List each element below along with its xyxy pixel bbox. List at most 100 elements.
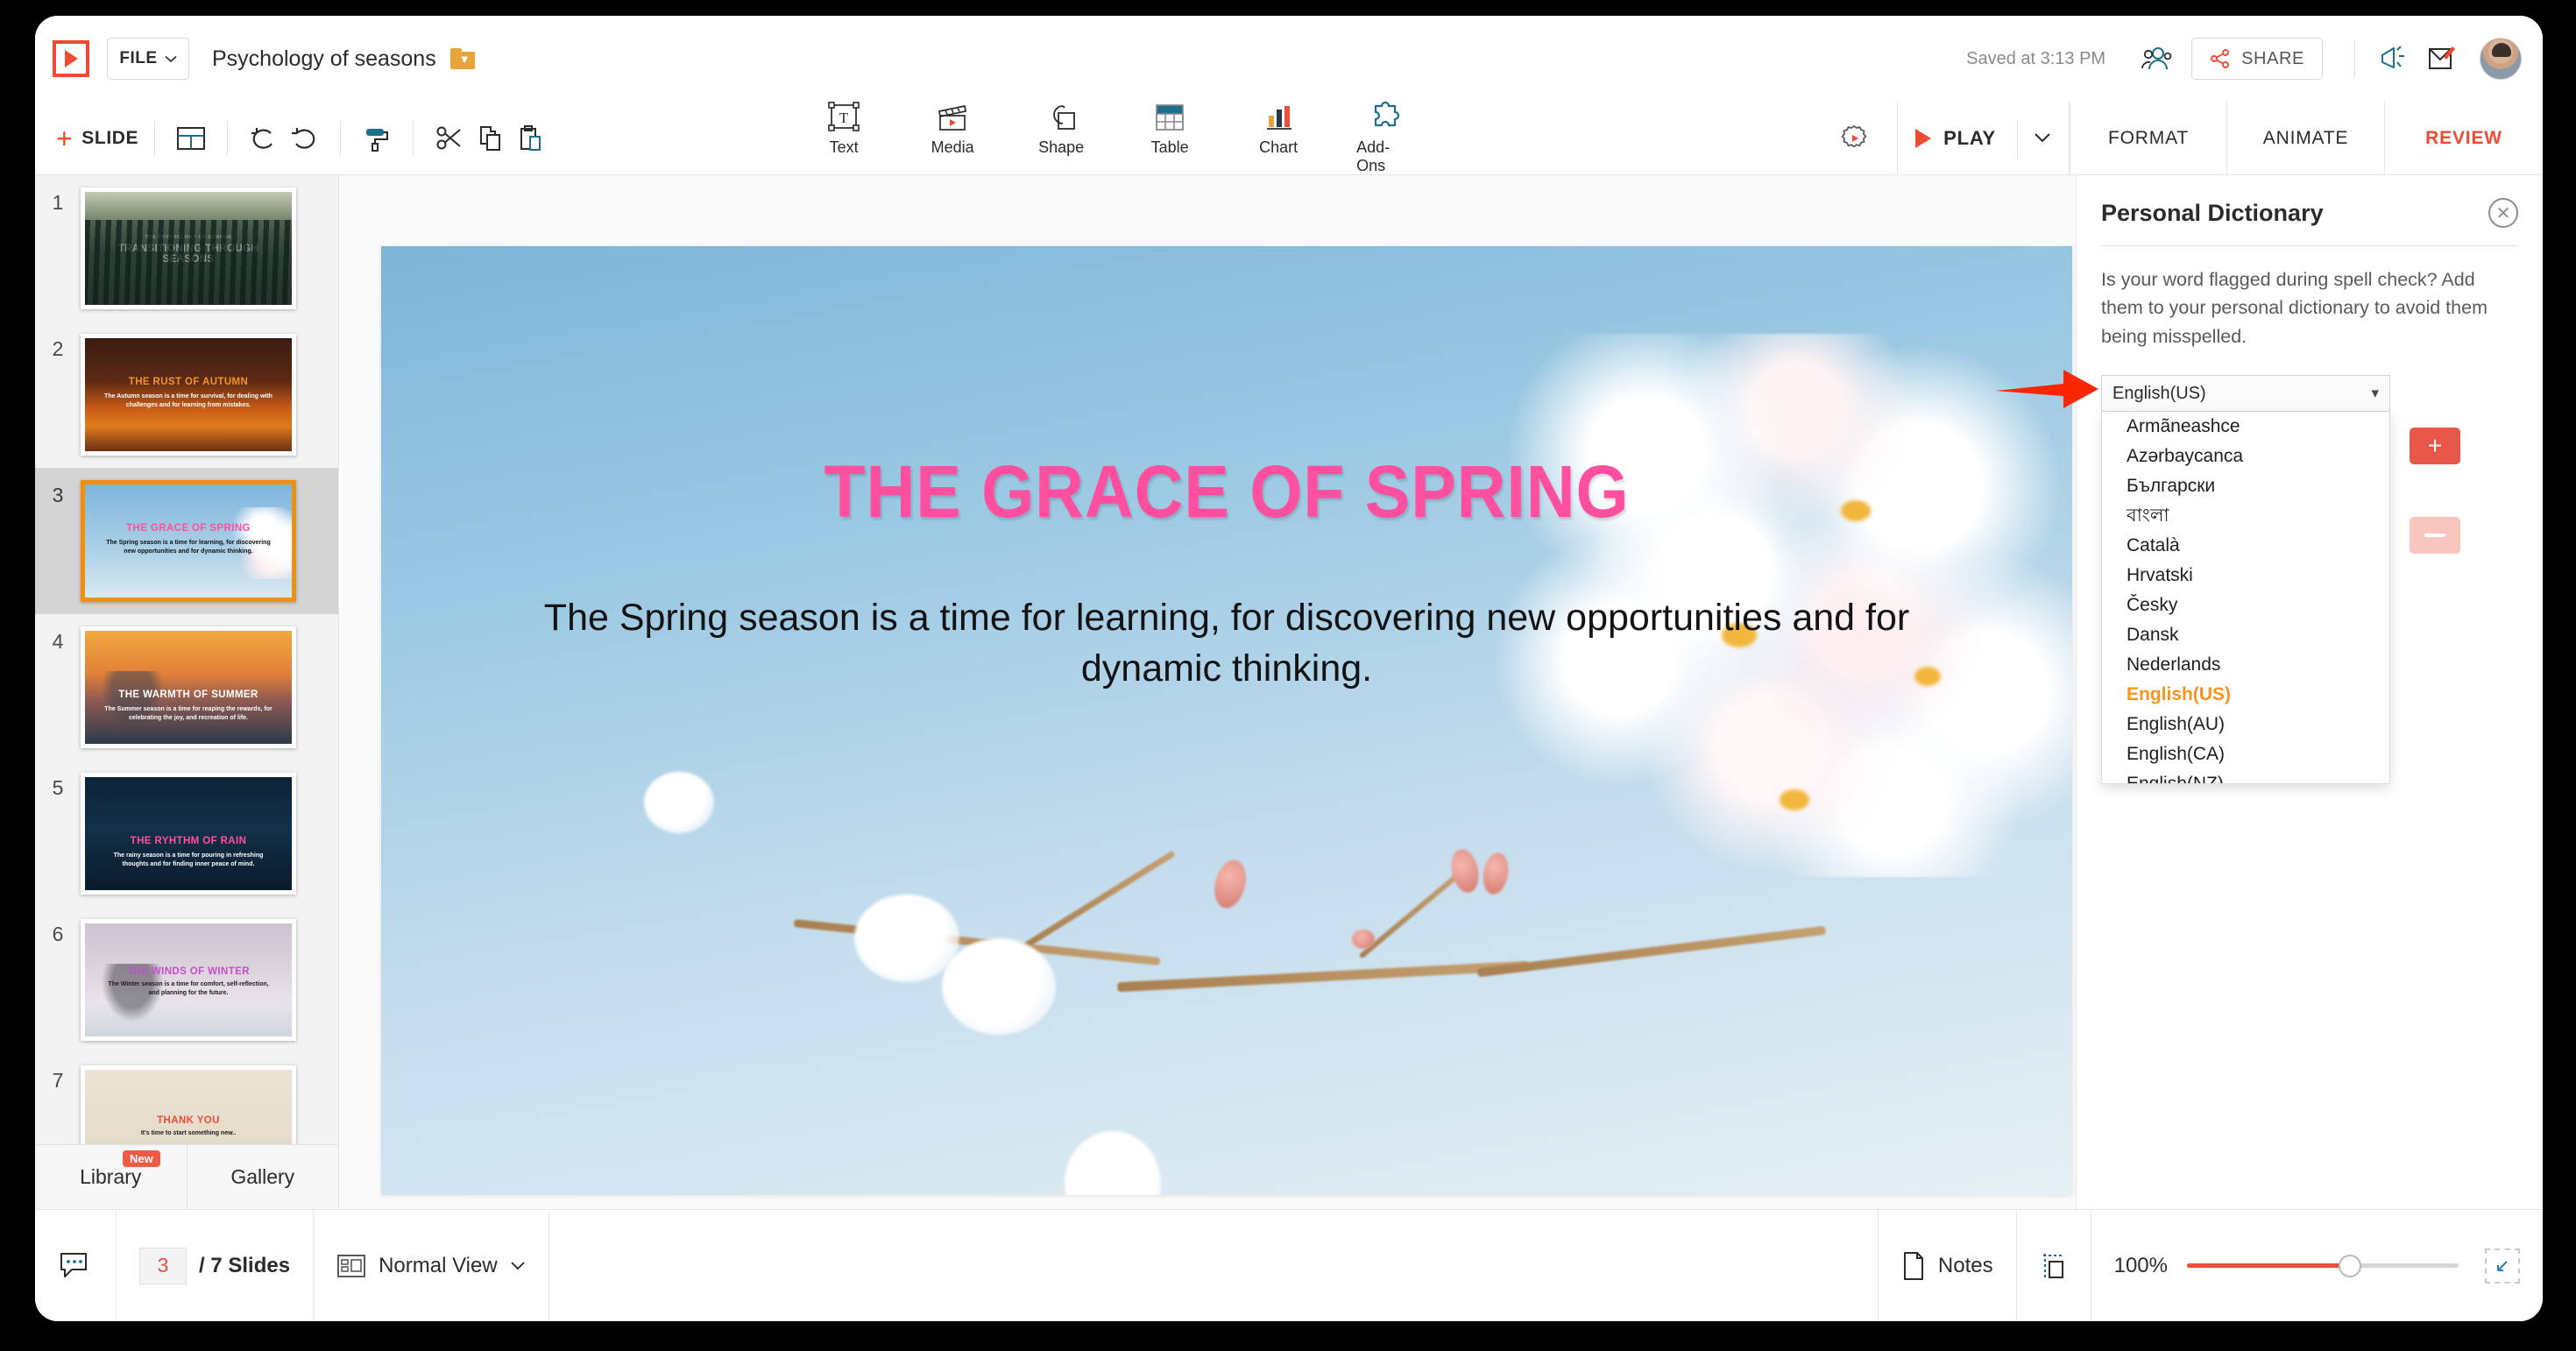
slide-preview-title: TRANSITIONING THROUGH SEASONS <box>117 244 259 265</box>
slide-preview-title: THE RYHTHM OF RAIN <box>130 836 247 847</box>
app-logo-icon[interactable] <box>47 38 95 80</box>
language-option[interactable]: English(US) <box>2102 680 2389 710</box>
language-option[interactable]: English(NZ) <box>2102 769 2389 783</box>
settings-gear-icon[interactable] <box>1834 118 1874 159</box>
panel-title: Personal Dictionary <box>2101 199 2324 226</box>
insert-text-button[interactable]: T Text <box>813 101 874 157</box>
add-word-button[interactable]: + <box>2410 428 2460 464</box>
language-option[interactable]: English(CA) <box>2102 739 2389 769</box>
language-option[interactable]: বাংলা <box>2102 501 2389 531</box>
slide-number: 5 <box>52 776 64 799</box>
library-label: Library <box>80 1165 142 1188</box>
collaborators-icon[interactable] <box>2132 34 2181 83</box>
language-dropdown-list[interactable]: Armãneashce Azərbaycanca Български বাংলা Cat… <box>2101 412 2390 784</box>
ribbon-tabs: FORMAT ANIMATE REVIEW <box>2070 102 2543 174</box>
insert-addons-label: Add-Ons <box>1356 138 1391 174</box>
language-option[interactable]: Armãneashce <box>2102 412 2389 442</box>
slide-preview-subtitle: It's time to start something new.. <box>140 1130 237 1137</box>
comment-icon <box>60 1252 87 1277</box>
current-slide-input[interactable]: 3 <box>139 1247 187 1284</box>
panel-tab-library[interactable]: Library New <box>35 1145 187 1209</box>
copy-icon[interactable] <box>470 118 510 159</box>
divider <box>227 120 229 156</box>
announcement-megaphone-icon[interactable] <box>2367 34 2417 83</box>
slide-preview-background: THE WINDS OF WINTER The Winter season is … <box>85 923 292 1036</box>
language-option[interactable]: English(AU) <box>2102 710 2389 739</box>
slide-thumbnail-3[interactable]: 3 THE GRACE OF SPRING The Spring season is… <box>35 468 338 614</box>
slide-preview-subtitle: The rainy season is a time for pouring i… <box>113 852 264 868</box>
file-menu-button[interactable]: FILE <box>107 38 189 80</box>
zoom-slider[interactable] <box>2187 1254 2459 1277</box>
language-option[interactable]: Azərbaycanca <box>2102 442 2389 471</box>
tab-format[interactable]: FORMAT <box>2070 102 2227 174</box>
share-button[interactable]: SHARE <box>2191 38 2323 80</box>
insert-chart-button[interactable]: Chart <box>1248 101 1309 157</box>
paste-icon[interactable] <box>510 118 550 159</box>
slide-preview[interactable]: THE PSYCHOLOGY OF CHANGE TRANSITIONING TH… <box>81 187 296 309</box>
slide-thumbnail-1[interactable]: 1 THE PSYCHOLOGY OF CHANGE TRANSITIONING T… <box>35 175 338 322</box>
play-button[interactable]: PLAY <box>1897 102 2070 174</box>
file-menu-label: FILE <box>119 49 158 67</box>
remove-word-button[interactable] <box>2410 517 2460 554</box>
feedback-edit-icon[interactable] <box>2417 34 2466 83</box>
cut-scissors-icon[interactable] <box>429 118 470 159</box>
zoom-slider-fill <box>2187 1263 2350 1268</box>
language-option[interactable]: Česky <box>2102 591 2389 620</box>
close-icon[interactable]: ✕ <box>2488 198 2518 228</box>
comments-button[interactable] <box>35 1210 117 1321</box>
slide-thumbnail-4[interactable]: 4 THE WARMTH OF SUMMER The Summer season i… <box>35 614 338 760</box>
table-icon <box>1156 104 1184 131</box>
guides-toggle-button[interactable] <box>2017 1210 2091 1321</box>
tab-review[interactable]: REVIEW <box>2385 102 2543 174</box>
svg-text:T: T <box>839 110 849 126</box>
slide-title[interactable]: THE GRACE OF SPRING <box>449 449 2005 534</box>
toolbar-right-group: PLAY FORMAT ANIMATE REVIEW <box>1834 102 2543 174</box>
slide-preview-subtitle: The Winter season is a time for comfort,… <box>108 980 269 996</box>
slide-preview[interactable]: THE WARMTH OF SUMMER The Summer season is… <box>81 626 296 748</box>
slide-preview[interactable]: THE RYHTHM OF RAIN The rainy season is a … <box>81 773 296 895</box>
view-mode-selector[interactable]: Normal View <box>314 1210 549 1321</box>
user-avatar[interactable] <box>2480 38 2522 80</box>
undo-icon[interactable] <box>244 118 284 159</box>
slide-thumbnail-2[interactable]: 2 THE RUST OF AUTUMN The Autumn season is … <box>35 322 338 468</box>
notes-button[interactable]: Notes <box>1877 1210 2017 1321</box>
slide-preview-title: THE WINDS OF WINTER <box>127 966 250 978</box>
panel-tab-bar: Library New Gallery <box>35 1144 339 1209</box>
slide-thumbnail-6[interactable]: 6 THE WINDS OF WINTER The Winter season is… <box>35 907 338 1053</box>
document-title[interactable]: Psychology of seasons <box>212 46 436 72</box>
folder-download-icon[interactable]: ▼ <box>449 48 475 69</box>
slide-position-indicator: 3 / 7 Slides <box>117 1210 315 1321</box>
insert-chart-label: Chart <box>1259 138 1299 156</box>
language-option[interactable]: Nederlands <box>2102 650 2389 680</box>
insert-addons-button[interactable]: Add-Ons <box>1356 101 1418 175</box>
slide-preview[interactable]: THE GRACE OF SPRING The Spring season is … <box>81 480 296 602</box>
puzzle-piece-icon <box>1375 101 1400 127</box>
play-options-chevron-icon[interactable] <box>2034 132 2051 144</box>
insert-media-button[interactable]: Media <box>922 101 983 157</box>
current-slide[interactable]: THE GRACE OF SPRING The Spring season is… <box>381 246 2072 1195</box>
format-painter-icon[interactable] <box>357 118 397 159</box>
tab-animate[interactable]: ANIMATE <box>2227 102 2385 174</box>
slide-preview-kicker: THE PSYCHOLOGY OF CHANGE <box>145 235 232 241</box>
slide-thumbnail-5[interactable]: 5 THE RYHTHM OF RAIN The rainy season is a… <box>35 760 338 907</box>
language-option[interactable]: Български <box>2102 471 2389 501</box>
insert-table-button[interactable]: Table <box>1139 101 1200 157</box>
slide-layout-icon[interactable] <box>171 118 211 159</box>
fit-to-screen-button[interactable] <box>2485 1248 2520 1284</box>
slide-preview[interactable]: THE WINDS OF WINTER The Winter season is … <box>81 919 296 1041</box>
divider <box>154 120 156 156</box>
plus-icon: + <box>56 122 74 154</box>
slide-preview[interactable]: THE RUST OF AUTUMN The Autumn season is a… <box>81 334 296 456</box>
zoom-slider-handle[interactable] <box>2339 1254 2361 1277</box>
language-option[interactable]: Dansk <box>2102 620 2389 650</box>
insert-media-label: Media <box>931 138 974 156</box>
language-select[interactable]: English(US) ▾ <box>2101 375 2390 412</box>
add-slide-button[interactable]: + SLIDE <box>56 124 138 152</box>
language-option[interactable]: Català <box>2102 531 2389 561</box>
language-option[interactable]: Hrvatski <box>2102 561 2389 591</box>
slide-body-text[interactable]: The Spring season is a time for learning… <box>504 592 1950 695</box>
redo-icon[interactable] <box>284 118 324 159</box>
insert-shape-button[interactable]: Shape <box>1030 101 1092 157</box>
slide-thumbnail-panel[interactable]: 1 THE PSYCHOLOGY OF CHANGE TRANSITIONING T… <box>35 175 339 1209</box>
panel-tab-gallery[interactable]: Gallery <box>186 1145 339 1209</box>
